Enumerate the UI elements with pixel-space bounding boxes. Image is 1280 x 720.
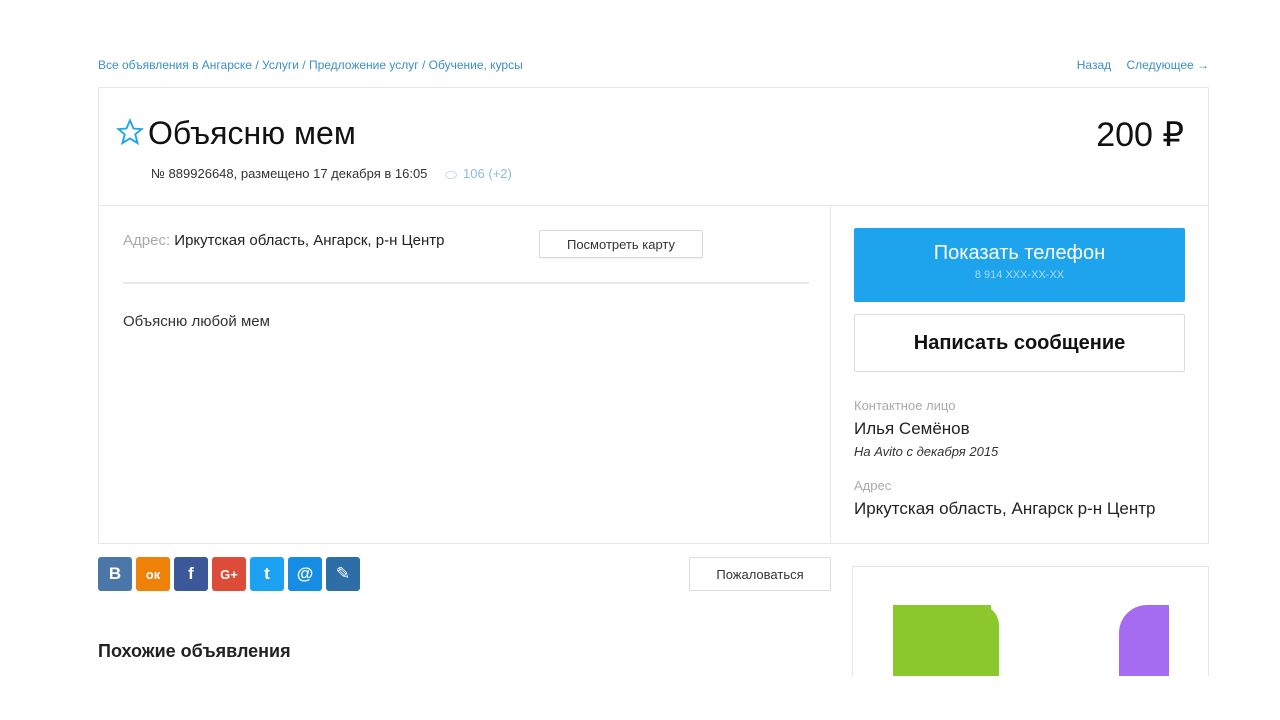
view-map-button[interactable]: Посмотреть карту: [539, 230, 703, 258]
breadcrumb: Все объявления в Ангарске / Услуги / Пре…: [98, 58, 523, 72]
address-value: Иркутская область, Ангарск, р-н Центр: [174, 232, 445, 249]
write-message-button[interactable]: Написать сообщение: [854, 314, 1185, 372]
seller-address: Иркутская область, Ангарск р-н Центр: [854, 499, 1156, 518]
address-label: Адрес:: [123, 232, 171, 249]
livejournal-share-icon[interactable]: ✎: [326, 557, 360, 591]
divider: [123, 282, 809, 284]
complain-button[interactable]: Пожаловаться: [689, 557, 831, 591]
breadcrumb-item-services[interactable]: Услуги: [262, 58, 299, 72]
listing-meta-text: № 889926648, размещено 17 декабря в 16:0…: [151, 166, 428, 181]
listing-description: Объясню любой мем: [123, 313, 270, 330]
similar-listings-heading: Похожие объявления: [98, 641, 291, 661]
address-row: Адрес: Иркутская область, Ангарск, р-н Ц…: [123, 232, 444, 249]
listing-price: 200 ₽: [1096, 116, 1184, 154]
contact-name[interactable]: Илья Семёнов: [854, 419, 970, 439]
listing-card: Объясню мем 200 ₽ № 889926648, размещено…: [98, 87, 1209, 544]
views-counter: 106 (+2): [445, 166, 512, 181]
social-share-bar: В ок f G+ t @ ✎: [98, 557, 360, 591]
seller-sidebar: Показать телефон 8 914 XXX-XX-XX Написат…: [831, 206, 1208, 544]
seller-address-label: Адрес: [854, 478, 892, 493]
contact-label: Контактное лицо: [854, 398, 956, 413]
page-title: Объясню мем: [148, 115, 356, 151]
breadcrumb-separator: /: [302, 58, 306, 72]
breadcrumb-item-courses[interactable]: Обучение, курсы: [429, 58, 523, 72]
show-phone-label: Показать телефон: [933, 242, 1106, 264]
ad-shape-green: [893, 605, 999, 676]
listing-main: Адрес: Иркутская область, Ангарск, р-н Ц…: [99, 206, 831, 544]
phone-masked: 8 914 XXX-XX-XX: [974, 269, 1065, 281]
listing-meta: № 889926648, размещено 17 декабря в 16:0…: [151, 166, 512, 181]
show-phone-button[interactable]: Показать телефон 8 914 XXX-XX-XX: [854, 228, 1185, 302]
breadcrumb-item-offers[interactable]: Предложение услуг: [309, 58, 419, 72]
listing-navigation: Назад Следующее →: [1065, 58, 1209, 72]
views-count: 106 (+2): [463, 166, 512, 181]
facebook-share-icon[interactable]: f: [174, 557, 208, 591]
favorite-star-icon[interactable]: [116, 118, 144, 146]
advertisement-banner[interactable]: [852, 566, 1209, 676]
next-link[interactable]: Следующее →: [1127, 58, 1210, 72]
vk-share-icon[interactable]: В: [98, 557, 132, 591]
eye-icon: [445, 170, 458, 179]
ad-shape-purple: [1119, 605, 1169, 676]
back-link[interactable]: Назад: [1077, 58, 1111, 72]
breadcrumb-item-all[interactable]: Все объявления в Ангарске: [98, 58, 252, 72]
ok-share-icon[interactable]: ок: [136, 557, 170, 591]
breadcrumb-separator: /: [255, 58, 259, 72]
listing-header: Объясню мем 200 ₽ № 889926648, размещено…: [99, 88, 1208, 206]
google-plus-share-icon[interactable]: G+: [212, 557, 246, 591]
twitter-share-icon[interactable]: t: [250, 557, 284, 591]
member-since: На Avito с декабря 2015: [854, 444, 999, 459]
mail-share-icon[interactable]: @: [288, 557, 322, 591]
breadcrumb-separator: /: [421, 58, 426, 72]
